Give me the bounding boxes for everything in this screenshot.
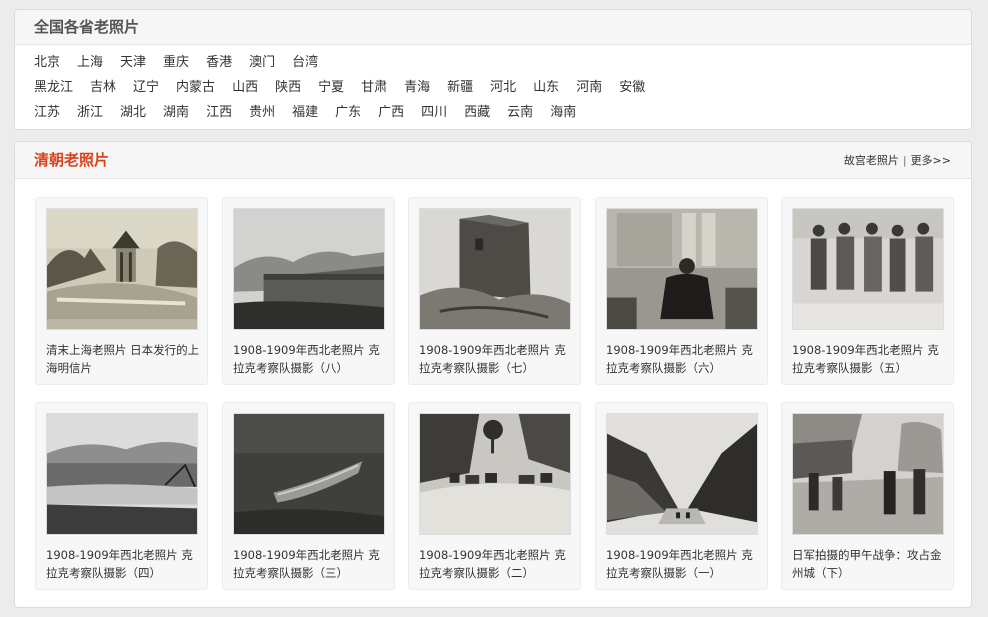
region-link[interactable]: 天津 (120, 54, 146, 72)
region-row-municipalities: 北京 上海 天津 重庆 香港 澳门 台湾 (34, 54, 335, 72)
region-link[interactable]: 新疆 (447, 79, 473, 97)
qing-photos-panel: 清朝老照片 故宫老照片 | 更多>> 清末上海老照片 日本发行的上海明信片 1908-… (14, 141, 972, 608)
photo-card[interactable]: 1908-1909年西北老照片 克拉克考察队摄影（六） (595, 197, 768, 385)
region-row-north: 黑龙江 吉林 辽宁 内蒙古 山西 陕西 宁夏 甘肃 青海 新疆 河北 山东 河南… (34, 79, 662, 97)
region-link[interactable]: 内蒙古 (176, 79, 215, 97)
photo-caption[interactable]: 1908-1909年西北老照片 克拉克考察队摄影（一） (606, 546, 762, 582)
photo-thumbnail[interactable] (233, 208, 385, 330)
photo-card[interactable]: 1908-1909年西北老照片 克拉克考察队摄影（三） (222, 402, 395, 590)
photo-thumbnail[interactable] (606, 208, 758, 330)
photo-caption[interactable]: 1908-1909年西北老照片 克拉克考察队摄影（七） (419, 341, 575, 377)
region-link[interactable]: 北京 (34, 54, 60, 72)
region-link[interactable]: 江西 (206, 104, 232, 122)
region-link[interactable]: 上海 (77, 54, 103, 72)
photo-card[interactable]: 1908-1909年西北老照片 克拉克考察队摄影（四） (35, 402, 208, 590)
region-link[interactable]: 湖北 (120, 104, 146, 122)
photo-thumbnail[interactable] (46, 208, 198, 330)
link-separator: | (902, 154, 907, 167)
photo-card[interactable]: 1908-1909年西北老照片 克拉克考察队摄影（一） (595, 402, 768, 590)
region-link[interactable]: 海南 (550, 104, 576, 122)
photo-caption[interactable]: 1908-1909年西北老照片 克拉克考察队摄影（二） (419, 546, 575, 582)
qing-panel-header: 清朝老照片 故宫老照片 | 更多>> (15, 142, 971, 179)
region-link[interactable]: 青海 (404, 79, 430, 97)
photo-card[interactable]: 1908-1909年西北老照片 克拉克考察队摄影（五） (781, 197, 954, 385)
photo-card[interactable]: 1908-1909年西北老照片 克拉克考察队摄影（八） (222, 197, 395, 385)
photo-thumbnail[interactable] (792, 208, 944, 330)
region-link[interactable]: 贵州 (249, 104, 275, 122)
region-link[interactable]: 香港 (206, 54, 232, 72)
region-link[interactable]: 山东 (533, 79, 559, 97)
photo-card[interactable]: 1908-1909年西北老照片 克拉克考察队摄影（二） (408, 402, 581, 590)
photo-thumbnail[interactable] (419, 208, 571, 330)
region-link[interactable]: 四川 (421, 104, 447, 122)
header-links: 故宫老照片 | 更多>> (844, 142, 951, 179)
region-link[interactable]: 辽宁 (133, 79, 159, 97)
photo-card[interactable]: 日军拍摄的甲午战争：攻占金州城（下） (781, 402, 954, 590)
province-panel: 全国各省老照片 北京 上海 天津 重庆 香港 澳门 台湾 黑龙江 吉林 辽宁 内… (14, 9, 972, 130)
region-link[interactable]: 重庆 (163, 54, 189, 72)
region-link[interactable]: 山西 (232, 79, 258, 97)
region-row-south: 江苏 浙江 湖北 湖南 江西 贵州 福建 广东 广西 四川 西藏 云南 海南 (34, 104, 593, 122)
region-link[interactable]: 西藏 (464, 104, 490, 122)
photo-thumbnail[interactable] (792, 413, 944, 535)
more-link[interactable]: 更多>> (911, 154, 951, 167)
region-link[interactable]: 甘肃 (361, 79, 387, 97)
photo-caption[interactable]: 1908-1909年西北老照片 克拉克考察队摄影（六） (606, 341, 762, 377)
photo-thumbnail[interactable] (419, 413, 571, 535)
region-link[interactable]: 广东 (335, 104, 361, 122)
photo-card[interactable]: 清末上海老照片 日本发行的上海明信片 (35, 197, 208, 385)
region-link[interactable]: 福建 (292, 104, 318, 122)
photo-card[interactable]: 1908-1909年西北老照片 克拉克考察队摄影（七） (408, 197, 581, 385)
province-panel-title: 全国各省老照片 (34, 18, 140, 36)
photo-thumbnail[interactable] (233, 413, 385, 535)
photo-caption[interactable]: 日军拍摄的甲午战争：攻占金州城（下） (792, 546, 948, 582)
region-link[interactable]: 云南 (507, 104, 533, 122)
region-link[interactable]: 江苏 (34, 104, 60, 122)
region-link[interactable]: 安徽 (619, 79, 645, 97)
province-panel-header: 全国各省老照片 (15, 10, 971, 45)
region-link[interactable]: 河南 (576, 79, 602, 97)
region-link[interactable]: 陕西 (275, 79, 301, 97)
photo-thumbnail[interactable] (606, 413, 758, 535)
region-link[interactable]: 湖南 (163, 104, 189, 122)
region-link[interactable]: 河北 (490, 79, 516, 97)
region-link[interactable]: 宁夏 (318, 79, 344, 97)
qing-panel-title: 清朝老照片 (34, 151, 110, 169)
palace-photos-link[interactable]: 故宫老照片 (844, 154, 899, 167)
region-link[interactable]: 浙江 (77, 104, 103, 122)
region-link[interactable]: 澳门 (249, 54, 275, 72)
region-link[interactable]: 黑龙江 (34, 79, 73, 97)
photo-caption[interactable]: 清末上海老照片 日本发行的上海明信片 (46, 341, 202, 377)
region-link[interactable]: 吉林 (90, 79, 116, 97)
photo-caption[interactable]: 1908-1909年西北老照片 克拉克考察队摄影（三） (233, 546, 389, 582)
photo-caption[interactable]: 1908-1909年西北老照片 克拉克考察队摄影（五） (792, 341, 948, 377)
photo-caption[interactable]: 1908-1909年西北老照片 克拉克考察队摄影（八） (233, 341, 389, 377)
region-link[interactable]: 广西 (378, 104, 404, 122)
photo-thumbnail[interactable] (46, 413, 198, 535)
photo-caption[interactable]: 1908-1909年西北老照片 克拉克考察队摄影（四） (46, 546, 202, 582)
region-link[interactable]: 台湾 (292, 54, 318, 72)
